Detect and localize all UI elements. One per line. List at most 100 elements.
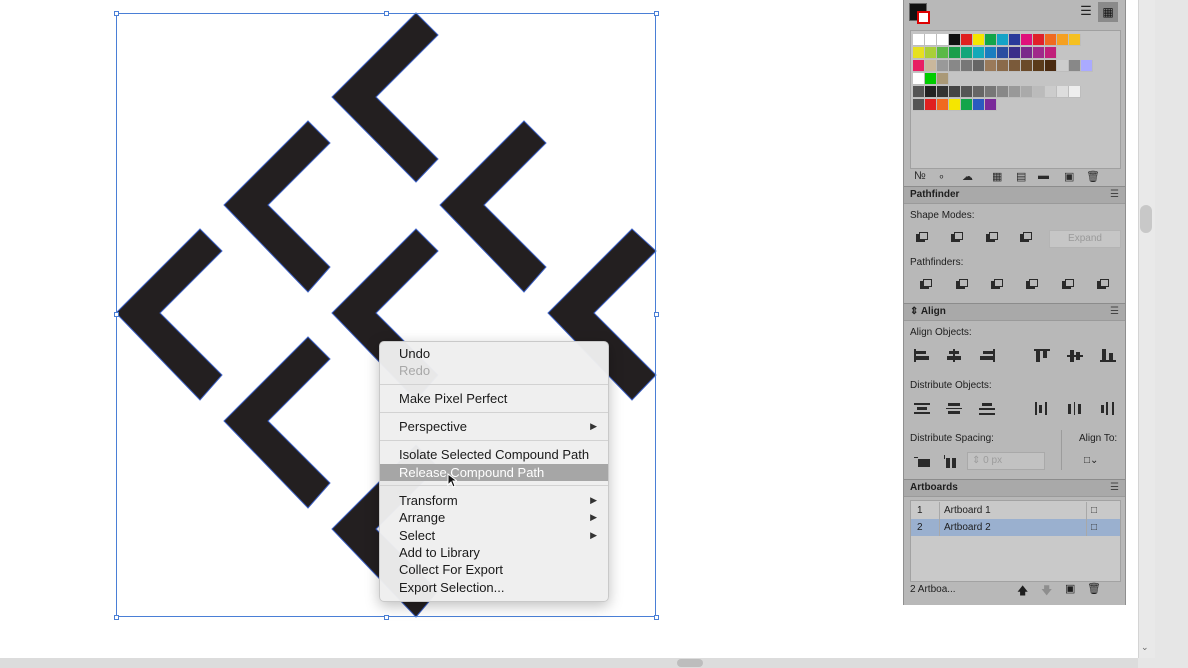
scroll-down-arrow-icon[interactable]: ⌄ (1141, 642, 1149, 653)
swatch-options-icon[interactable]: ▦ (992, 170, 1002, 183)
panel-menu-icon[interactable]: ☰ (1110, 481, 1119, 495)
color-swatch[interactable] (985, 86, 997, 98)
color-swatch[interactable] (997, 34, 1009, 46)
list-view-icon[interactable]: ☰ (1077, 2, 1095, 20)
menu-item-isolate-selected-compound-path[interactable]: Isolate Selected Compound Path (380, 446, 608, 463)
color-swatch[interactable] (1009, 34, 1021, 46)
selection-handle[interactable] (654, 312, 659, 317)
color-swatch[interactable] (1069, 60, 1081, 72)
color-swatch[interactable] (1021, 60, 1033, 72)
color-swatch[interactable] (997, 47, 1009, 59)
delete-artboard-icon[interactable]: 🗑 (1087, 582, 1101, 595)
color-swatch[interactable] (1009, 86, 1021, 98)
color-swatch[interactable] (973, 34, 985, 46)
color-swatch[interactable] (1045, 60, 1057, 72)
color-swatch[interactable] (925, 47, 937, 59)
horizontal-distribute-center-icon[interactable] (1067, 402, 1083, 415)
align-to-dropdown[interactable]: □⌄ (1084, 455, 1110, 469)
outline-icon[interactable] (1060, 279, 1074, 291)
color-swatch[interactable] (949, 34, 961, 46)
artboard-row[interactable]: 1 Artboard 1 □ (911, 502, 1120, 519)
color-swatch[interactable] (925, 99, 937, 111)
color-swatch[interactable] (1021, 47, 1033, 59)
color-swatch[interactable] (961, 47, 973, 59)
color-swatch[interactable] (913, 34, 925, 46)
color-swatch[interactable] (1069, 86, 1081, 98)
folder-icon[interactable]: ▬ (1038, 170, 1049, 182)
menu-item-release-compound-path[interactable]: Release Compound Path (380, 464, 608, 481)
minus-back-icon[interactable] (1095, 279, 1109, 291)
color-swatch[interactable] (973, 99, 985, 111)
color-swatch[interactable] (1069, 34, 1081, 46)
crop-icon[interactable] (1024, 279, 1038, 291)
trash-icon[interactable]: 🗑 (1086, 170, 1100, 183)
selection-handle[interactable] (654, 615, 659, 620)
spacing-input[interactable]: ⇕ 0 px (967, 452, 1045, 470)
menu-item-redo[interactable]: Redo (380, 362, 608, 379)
vertical-scrollbar[interactable] (1138, 0, 1155, 658)
selection-handle[interactable] (114, 11, 119, 16)
color-swatch[interactable] (925, 73, 937, 85)
selection-handle[interactable] (384, 11, 389, 16)
color-swatch[interactable] (1033, 34, 1045, 46)
panel-menu-icon[interactable]: ☰ (1110, 188, 1119, 202)
menu-item-make-pixel-perfect[interactable]: Make Pixel Perfect (380, 390, 608, 407)
horizontal-distribute-left-icon[interactable] (1034, 402, 1050, 415)
color-swatch[interactable] (973, 47, 985, 59)
horizontal-scrollbar-thumb[interactable] (677, 659, 703, 667)
color-swatch[interactable] (961, 86, 973, 98)
vertical-align-bottom-icon[interactable] (1100, 349, 1116, 362)
color-swatch[interactable] (1033, 60, 1045, 72)
color-swatch[interactable] (985, 99, 997, 111)
spinner-arrows-icon[interactable]: ⇕ (968, 455, 980, 466)
color-swatch[interactable] (925, 34, 937, 46)
merge-icon[interactable] (989, 279, 1003, 291)
color-swatch[interactable] (925, 60, 937, 72)
minus-front-icon[interactable] (949, 232, 963, 244)
vertical-distribute-top-icon[interactable] (914, 402, 930, 415)
vertical-distribute-bottom-icon[interactable] (979, 402, 995, 415)
horizontal-distribute-space-icon[interactable] (942, 455, 958, 468)
selection-handle[interactable] (114, 615, 119, 620)
color-swatch[interactable] (985, 60, 997, 72)
vertical-align-center-icon[interactable] (1067, 349, 1083, 362)
color-swatch[interactable] (949, 60, 961, 72)
color-swatch[interactable] (1057, 34, 1069, 46)
swatch-libraries-icon[interactable]: № (914, 170, 926, 182)
color-swatch[interactable] (913, 86, 925, 98)
artboard-name[interactable]: Artboard 2 (944, 519, 991, 536)
selection-handle[interactable] (654, 11, 659, 16)
color-swatch[interactable] (1045, 86, 1057, 98)
color-swatch[interactable] (937, 86, 949, 98)
expand-button[interactable]: Expand (1049, 230, 1121, 248)
vertical-distribute-center-icon[interactable] (946, 402, 962, 415)
color-swatch[interactable] (961, 60, 973, 72)
color-swatch[interactable] (1033, 86, 1045, 98)
move-up-icon[interactable]: 🡅 (1017, 582, 1028, 601)
color-swatch[interactable] (997, 86, 1009, 98)
menu-item-arrange[interactable]: Arrange ▶ (380, 509, 608, 526)
color-swatch[interactable] (1009, 60, 1021, 72)
color-swatch[interactable] (961, 34, 973, 46)
color-swatch[interactable] (973, 60, 985, 72)
color-swatch[interactable] (1045, 47, 1057, 59)
color-swatch[interactable] (913, 60, 925, 72)
new-artboard-icon[interactable]: ▣ (1065, 582, 1075, 595)
menu-item-transform[interactable]: Transform ▶ (380, 492, 608, 509)
color-swatch[interactable] (973, 86, 985, 98)
color-swatch[interactable] (913, 73, 925, 85)
artboard-options-icon[interactable]: □ (1091, 502, 1097, 519)
menu-item-select[interactable]: Select ▶ (380, 527, 608, 544)
artboard-options-icon[interactable]: □ (1091, 519, 1097, 536)
color-swatch[interactable] (937, 99, 949, 111)
color-swatch[interactable] (1009, 47, 1021, 59)
color-swatch[interactable] (937, 60, 949, 72)
color-swatch[interactable] (997, 60, 1009, 72)
new-swatch-icon[interactable]: ▣ (1064, 170, 1074, 183)
menu-item-perspective[interactable]: Perspective ▶ (380, 418, 608, 435)
color-swatch[interactable] (937, 47, 949, 59)
color-swatch[interactable] (913, 47, 925, 59)
exclude-icon[interactable] (1018, 232, 1032, 244)
color-swatch[interactable] (1021, 86, 1033, 98)
move-down-icon[interactable]: 🡇 (1041, 582, 1052, 601)
